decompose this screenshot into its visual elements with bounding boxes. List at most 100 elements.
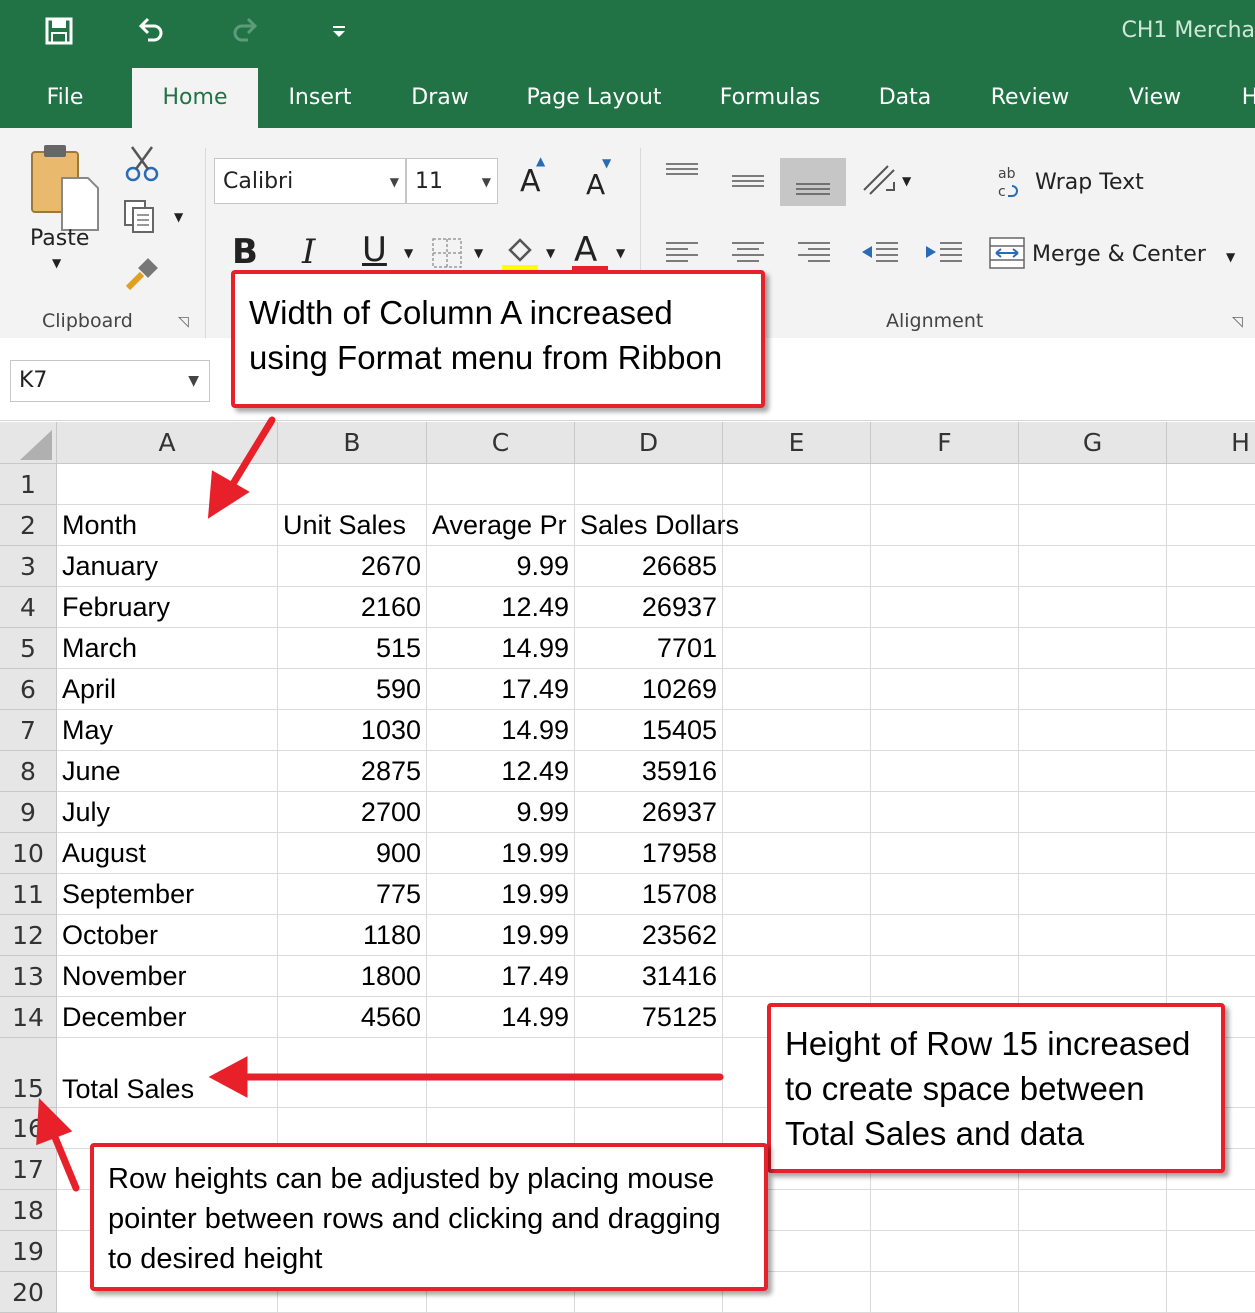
shrink-font-button[interactable]: A▼ <box>586 168 605 201</box>
cell-g1[interactable] <box>1019 464 1167 505</box>
cell-b3[interactable]: 2670 <box>278 546 427 587</box>
row-header-5[interactable]: 5 <box>0 628 57 669</box>
cell-g19[interactable] <box>1019 1231 1167 1272</box>
cell-f1[interactable] <box>871 464 1019 505</box>
cell-a11[interactable]: September <box>57 874 278 915</box>
column-header-b[interactable]: B <box>278 422 427 464</box>
paste-label[interactable]: Paste <box>30 226 89 251</box>
cell-h8[interactable] <box>1167 751 1255 792</box>
cell-f8[interactable] <box>871 751 1019 792</box>
fill-color-icon[interactable] <box>500 232 540 272</box>
tab-data[interactable]: Data <box>860 68 950 128</box>
cell-f2[interactable] <box>871 505 1019 546</box>
cell-d2[interactable]: Sales Dollars <box>575 505 723 546</box>
cell-f10[interactable] <box>871 833 1019 874</box>
cell-h4[interactable] <box>1167 587 1255 628</box>
cell-e11[interactable] <box>723 874 871 915</box>
row-header-20[interactable]: 20 <box>0 1272 57 1313</box>
orientation-dropdown-icon[interactable]: ▼ <box>902 174 911 188</box>
alignment-launcher-icon[interactable]: ◹ <box>1232 314 1243 330</box>
row-header-9[interactable]: 9 <box>0 792 57 833</box>
customize-qat-icon[interactable] <box>322 14 356 48</box>
row-header-3[interactable]: 3 <box>0 546 57 587</box>
row-header-17[interactable]: 17 <box>0 1149 57 1190</box>
orientation-icon[interactable] <box>860 160 900 200</box>
font-name-combo[interactable]: Calibri ▼ <box>214 158 406 204</box>
cell-b8[interactable]: 2875 <box>278 751 427 792</box>
cell-b5[interactable]: 515 <box>278 628 427 669</box>
copy-dropdown-icon[interactable]: ▼ <box>174 210 183 224</box>
cell-c7[interactable]: 14.99 <box>427 710 575 751</box>
select-all-corner[interactable] <box>0 422 57 464</box>
bottom-align-icon[interactable] <box>780 158 846 206</box>
underline-dropdown-icon[interactable]: ▼ <box>404 246 413 260</box>
cell-d12[interactable]: 23562 <box>575 915 723 956</box>
cell-f19[interactable] <box>871 1231 1019 1272</box>
cell-d5[interactable]: 7701 <box>575 628 723 669</box>
tab-file[interactable]: File <box>20 68 110 128</box>
font-size-dropdown-icon[interactable]: ▼ <box>482 159 491 205</box>
cell-d10[interactable]: 17958 <box>575 833 723 874</box>
cell-h10[interactable] <box>1167 833 1255 874</box>
cell-a10[interactable]: August <box>57 833 278 874</box>
tab-review[interactable]: Review <box>975 68 1085 128</box>
cell-b6[interactable]: 590 <box>278 669 427 710</box>
column-header-e[interactable]: E <box>723 422 871 464</box>
cell-f11[interactable] <box>871 874 1019 915</box>
cell-h6[interactable] <box>1167 669 1255 710</box>
cell-e4[interactable] <box>723 587 871 628</box>
row-header-11[interactable]: 11 <box>0 874 57 915</box>
cell-h2[interactable] <box>1167 505 1255 546</box>
wrap-text-button[interactable]: Wrap Text <box>1035 170 1144 195</box>
top-align-icon[interactable] <box>664 162 700 182</box>
row-header-12[interactable]: 12 <box>0 915 57 956</box>
row-header-13[interactable]: 13 <box>0 956 57 997</box>
cell-a5[interactable]: March <box>57 628 278 669</box>
cell-c6[interactable]: 17.49 <box>427 669 575 710</box>
row-header-16[interactable]: 16 <box>0 1108 57 1149</box>
merge-center-icon[interactable] <box>988 234 1026 272</box>
cell-d15[interactable] <box>575 1038 723 1108</box>
cell-d11[interactable]: 15708 <box>575 874 723 915</box>
cell-g3[interactable] <box>1019 546 1167 587</box>
align-center-icon[interactable] <box>730 238 766 268</box>
cell-c13[interactable]: 17.49 <box>427 956 575 997</box>
cell-f4[interactable] <box>871 587 1019 628</box>
cell-d9[interactable]: 26937 <box>575 792 723 833</box>
cell-c11[interactable]: 19.99 <box>427 874 575 915</box>
redo-icon[interactable] <box>228 14 262 48</box>
merge-center-button[interactable]: Merge & Center <box>1032 242 1206 267</box>
cell-e5[interactable] <box>723 628 871 669</box>
column-header-g[interactable]: G <box>1019 422 1167 464</box>
borders-dropdown-icon[interactable]: ▼ <box>474 246 483 260</box>
cell-h18[interactable] <box>1167 1190 1255 1231</box>
cell-e9[interactable] <box>723 792 871 833</box>
cell-d3[interactable]: 26685 <box>575 546 723 587</box>
fill-color-dropdown-icon[interactable]: ▼ <box>546 246 555 260</box>
cell-e8[interactable] <box>723 751 871 792</box>
row-header-6[interactable]: 6 <box>0 669 57 710</box>
cell-g8[interactable] <box>1019 751 1167 792</box>
cell-d14[interactable]: 75125 <box>575 997 723 1038</box>
cell-b11[interactable]: 775 <box>278 874 427 915</box>
cell-b1[interactable] <box>278 464 427 505</box>
merge-center-dropdown-icon[interactable]: ▼ <box>1226 250 1235 264</box>
align-left-icon[interactable] <box>664 238 700 268</box>
font-color-dropdown-icon[interactable]: ▼ <box>616 246 625 260</box>
row-header-19[interactable]: 19 <box>0 1231 57 1272</box>
cell-a2[interactable]: Month <box>57 505 278 546</box>
bold-button[interactable]: B <box>232 232 258 272</box>
cell-g18[interactable] <box>1019 1190 1167 1231</box>
cell-c8[interactable]: 12.49 <box>427 751 575 792</box>
cell-g11[interactable] <box>1019 874 1167 915</box>
cell-f3[interactable] <box>871 546 1019 587</box>
cell-b13[interactable]: 1800 <box>278 956 427 997</box>
cell-c4[interactable]: 12.49 <box>427 587 575 628</box>
cell-f9[interactable] <box>871 792 1019 833</box>
cell-c2[interactable]: Average Pr <box>427 505 575 546</box>
cell-f5[interactable] <box>871 628 1019 669</box>
cell-h20[interactable] <box>1167 1272 1255 1313</box>
cell-f7[interactable] <box>871 710 1019 751</box>
cell-c3[interactable]: 9.99 <box>427 546 575 587</box>
row-header-15[interactable]: 15 <box>0 1038 57 1108</box>
